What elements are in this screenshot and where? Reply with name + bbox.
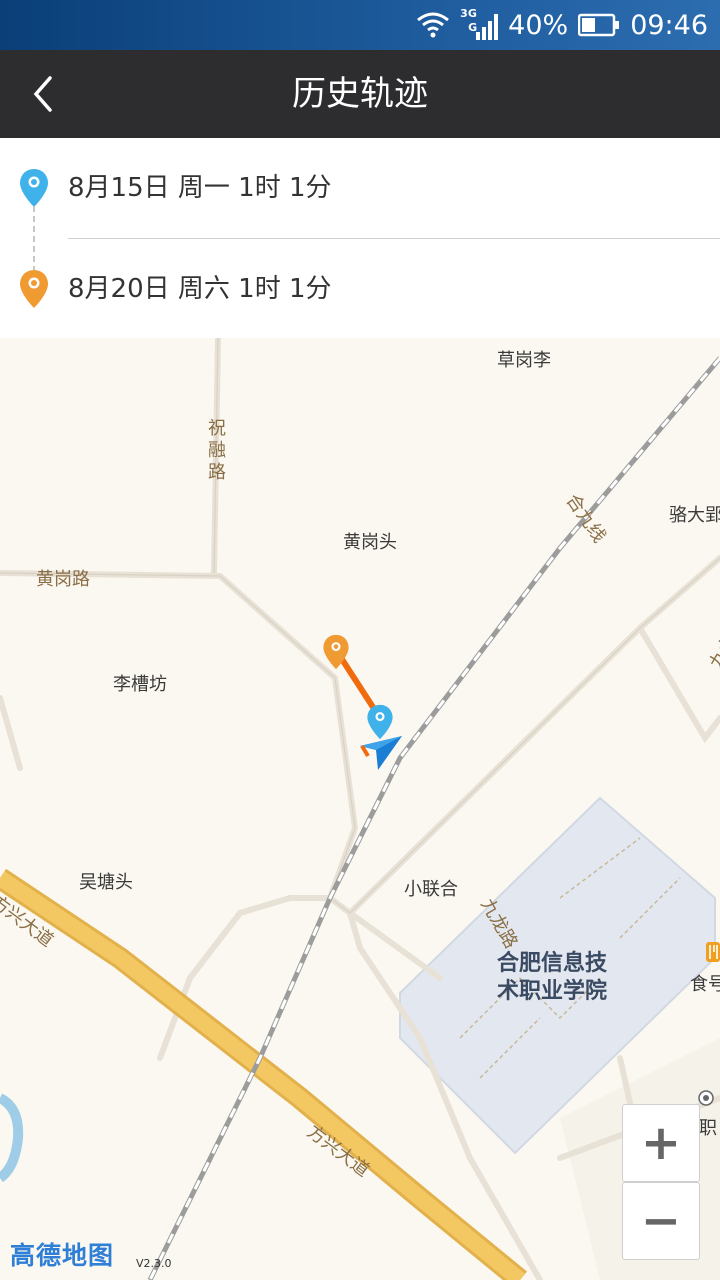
network-type: 3G — [460, 7, 477, 20]
app-bar: 历史轨迹 — [0, 50, 720, 138]
map-version: V2.3.0 — [136, 1257, 172, 1270]
wifi-icon — [417, 12, 450, 38]
trip-label: 8月20日 周六 1时 1分 — [68, 274, 332, 304]
school-poi-icon — [698, 1090, 714, 1106]
campus-label: 合肥信息技术职业学院 — [497, 951, 608, 1004]
zoom-out-button[interactable]: − — [622, 1182, 700, 1260]
trip-item-end[interactable]: 8月20日 周六 1时 1分 — [0, 239, 720, 339]
cellular-signal-icon: 3G G — [460, 7, 499, 42]
page-title: 历史轨迹 — [292, 74, 428, 114]
trip-label: 8月15日 周一 1时 1分 — [68, 173, 332, 203]
map-label: 骆大郢 — [669, 505, 720, 526]
battery-icon — [578, 13, 620, 37]
map-label: 小联合 — [404, 879, 458, 900]
plus-icon: + — [640, 1115, 682, 1171]
track-end-pin-icon[interactable] — [322, 634, 350, 670]
map-view[interactable]: 草岗李 祝融路 合九线 骆大郢 黄岗头 黄岗路 李槽坊 九龙路 吴塘头 小联合 … — [0, 338, 720, 1280]
minus-icon: − — [640, 1193, 682, 1249]
map-label: 草岗李 — [497, 350, 551, 371]
track-start-pin-icon[interactable] — [366, 704, 394, 740]
poi-label: 食号 — [690, 974, 720, 995]
map-label: 李槽坊 — [113, 674, 167, 695]
clock: 09:46 — [630, 9, 708, 41]
orange-location-pin-icon — [20, 270, 48, 308]
map-label: 吴塘头 — [79, 872, 133, 893]
blue-location-pin-icon — [20, 169, 48, 207]
restaurant-icon — [706, 942, 720, 962]
zoom-in-button[interactable]: + — [622, 1104, 700, 1182]
road-label: 黄岗路 — [36, 569, 90, 590]
map-brand-logo: 高德地图 — [10, 1241, 115, 1270]
battery-percent: 40% — [508, 9, 569, 41]
status-icons: 3G G 40% 09:46 — [416, 0, 708, 50]
map-label: 黄岗头 — [343, 532, 397, 553]
status-bar: 3G G 40% 09:46 — [0, 0, 720, 50]
trip-list: 8月15日 周一 1时 1分 8月20日 周六 1时 1分 — [0, 138, 720, 338]
map-base-layer — [0, 338, 720, 1280]
road-label: 祝融路 — [208, 418, 226, 483]
trip-item-start[interactable]: 8月15日 周一 1时 1分 — [0, 138, 720, 238]
